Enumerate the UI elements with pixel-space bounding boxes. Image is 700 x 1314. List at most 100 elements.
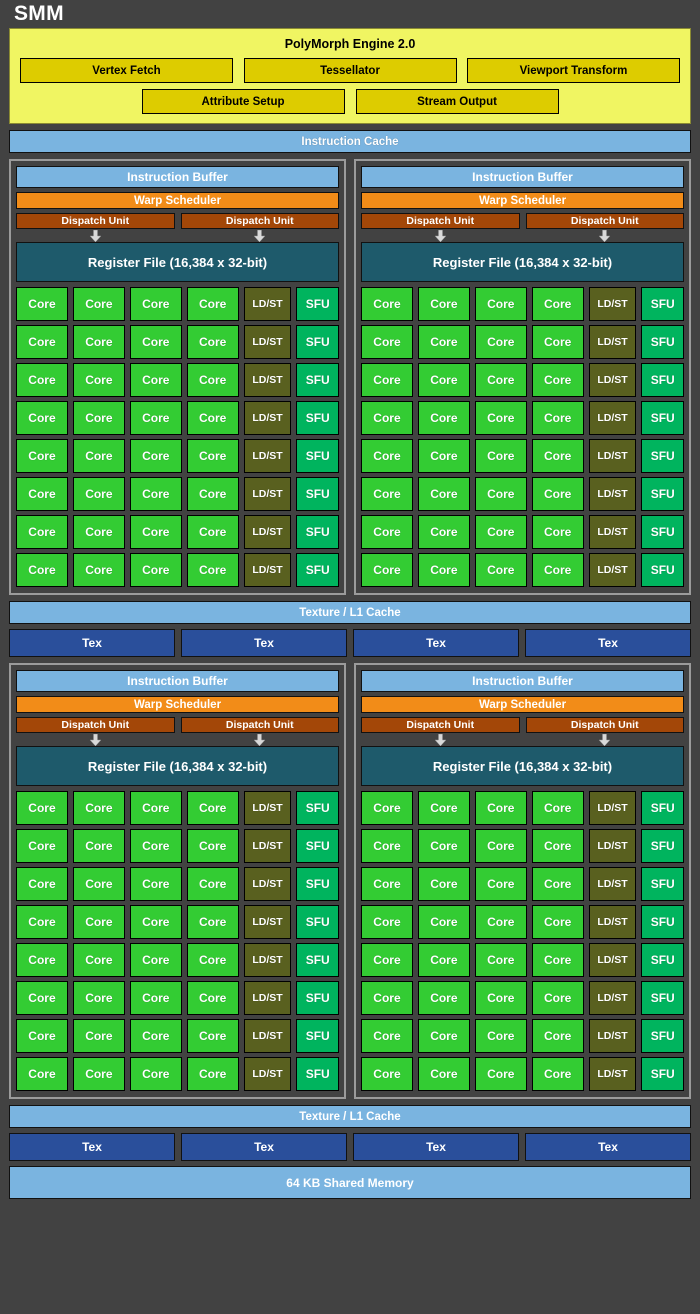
sfu-unit[interactable]: SFU (641, 867, 684, 901)
core-unit[interactable]: Core (474, 905, 527, 939)
core-unit[interactable]: Core (16, 1019, 68, 1053)
core-unit[interactable]: Core (361, 1019, 413, 1053)
core-unit[interactable]: Core (16, 943, 68, 977)
core-unit[interactable]: Core (129, 981, 182, 1015)
tex-unit[interactable]: Tex (181, 629, 347, 657)
core-unit[interactable]: Core (531, 363, 584, 397)
core-unit[interactable]: Core (361, 905, 413, 939)
ldst-unit[interactable]: LD/ST (243, 943, 292, 977)
polymorph-attribute-setup[interactable]: Attribute Setup (141, 89, 345, 114)
sfu-unit[interactable]: SFU (641, 515, 684, 549)
core-unit[interactable]: Core (186, 401, 239, 435)
core-unit[interactable]: Core (16, 867, 68, 901)
core-unit[interactable]: Core (417, 1057, 470, 1091)
ldst-unit[interactable]: LD/ST (588, 829, 637, 863)
ldst-unit[interactable]: LD/ST (588, 1019, 637, 1053)
sfu-unit[interactable]: SFU (641, 981, 684, 1015)
core-unit[interactable]: Core (186, 325, 239, 359)
core-unit[interactable]: Core (531, 553, 584, 587)
core-unit[interactable]: Core (474, 981, 527, 1015)
core-unit[interactable]: Core (186, 829, 239, 863)
core-unit[interactable]: Core (186, 515, 239, 549)
core-unit[interactable]: Core (186, 287, 239, 321)
ldst-unit[interactable]: LD/ST (243, 905, 292, 939)
core-unit[interactable]: Core (361, 791, 413, 825)
core-unit[interactable]: Core (417, 829, 470, 863)
core-unit[interactable]: Core (361, 829, 413, 863)
ldst-unit[interactable]: LD/ST (243, 791, 292, 825)
sfu-unit[interactable]: SFU (641, 791, 684, 825)
sfu-unit[interactable]: SFU (641, 1019, 684, 1053)
core-unit[interactable]: Core (129, 515, 182, 549)
core-unit[interactable]: Core (474, 515, 527, 549)
core-unit[interactable]: Core (186, 553, 239, 587)
sfu-unit[interactable]: SFU (296, 553, 339, 587)
core-unit[interactable]: Core (16, 791, 68, 825)
core-unit[interactable]: Core (361, 515, 413, 549)
core-unit[interactable]: Core (417, 867, 470, 901)
core-unit[interactable]: Core (417, 325, 470, 359)
core-unit[interactable]: Core (16, 981, 68, 1015)
core-unit[interactable]: Core (129, 1057, 182, 1091)
sfu-unit[interactable]: SFU (641, 363, 684, 397)
tex-unit[interactable]: Tex (353, 629, 519, 657)
core-unit[interactable]: Core (417, 401, 470, 435)
core-unit[interactable]: Core (72, 439, 125, 473)
ldst-unit[interactable]: LD/ST (243, 401, 292, 435)
core-unit[interactable]: Core (474, 439, 527, 473)
polymorph-tessellator[interactable]: Tessellator (243, 58, 457, 83)
core-unit[interactable]: Core (531, 867, 584, 901)
sfu-unit[interactable]: SFU (296, 287, 339, 321)
core-unit[interactable]: Core (186, 943, 239, 977)
core-unit[interactable]: Core (361, 867, 413, 901)
sfu-unit[interactable]: SFU (296, 477, 339, 511)
sfu-unit[interactable]: SFU (296, 829, 339, 863)
core-unit[interactable]: Core (417, 943, 470, 977)
core-unit[interactable]: Core (129, 1019, 182, 1053)
core-unit[interactable]: Core (531, 943, 584, 977)
core-unit[interactable]: Core (129, 791, 182, 825)
core-unit[interactable]: Core (417, 981, 470, 1015)
core-unit[interactable]: Core (474, 325, 527, 359)
core-unit[interactable]: Core (474, 943, 527, 977)
core-unit[interactable]: Core (16, 1057, 68, 1091)
core-unit[interactable]: Core (474, 867, 527, 901)
core-unit[interactable]: Core (72, 477, 125, 511)
sfu-unit[interactable]: SFU (641, 553, 684, 587)
core-unit[interactable]: Core (474, 477, 527, 511)
ldst-unit[interactable]: LD/ST (588, 905, 637, 939)
core-unit[interactable]: Core (361, 981, 413, 1015)
core-unit[interactable]: Core (72, 867, 125, 901)
core-unit[interactable]: Core (531, 1019, 584, 1053)
core-unit[interactable]: Core (186, 1019, 239, 1053)
core-unit[interactable]: Core (417, 515, 470, 549)
core-unit[interactable]: Core (16, 439, 68, 473)
core-unit[interactable]: Core (186, 1057, 239, 1091)
sfu-unit[interactable]: SFU (296, 981, 339, 1015)
ldst-unit[interactable]: LD/ST (243, 477, 292, 511)
core-unit[interactable]: Core (531, 1057, 584, 1091)
core-unit[interactable]: Core (474, 363, 527, 397)
core-unit[interactable]: Core (186, 981, 239, 1015)
ldst-unit[interactable]: LD/ST (588, 287, 637, 321)
core-unit[interactable]: Core (129, 477, 182, 511)
core-unit[interactable]: Core (186, 439, 239, 473)
core-unit[interactable]: Core (474, 553, 527, 587)
sfu-unit[interactable]: SFU (296, 1019, 339, 1053)
ldst-unit[interactable]: LD/ST (243, 553, 292, 587)
polymorph-viewport-transform[interactable]: Viewport Transform (467, 58, 680, 83)
core-unit[interactable]: Core (72, 287, 125, 321)
core-unit[interactable]: Core (474, 1057, 527, 1091)
core-unit[interactable]: Core (129, 943, 182, 977)
core-unit[interactable]: Core (72, 363, 125, 397)
core-unit[interactable]: Core (16, 477, 68, 511)
sfu-unit[interactable]: SFU (641, 829, 684, 863)
sfu-unit[interactable]: SFU (296, 791, 339, 825)
ldst-unit[interactable]: LD/ST (243, 1019, 292, 1053)
core-unit[interactable]: Core (417, 1019, 470, 1053)
core-unit[interactable]: Core (417, 439, 470, 473)
core-unit[interactable]: Core (474, 1019, 527, 1053)
core-unit[interactable]: Core (72, 791, 125, 825)
ldst-unit[interactable]: LD/ST (243, 515, 292, 549)
core-unit[interactable]: Core (531, 325, 584, 359)
